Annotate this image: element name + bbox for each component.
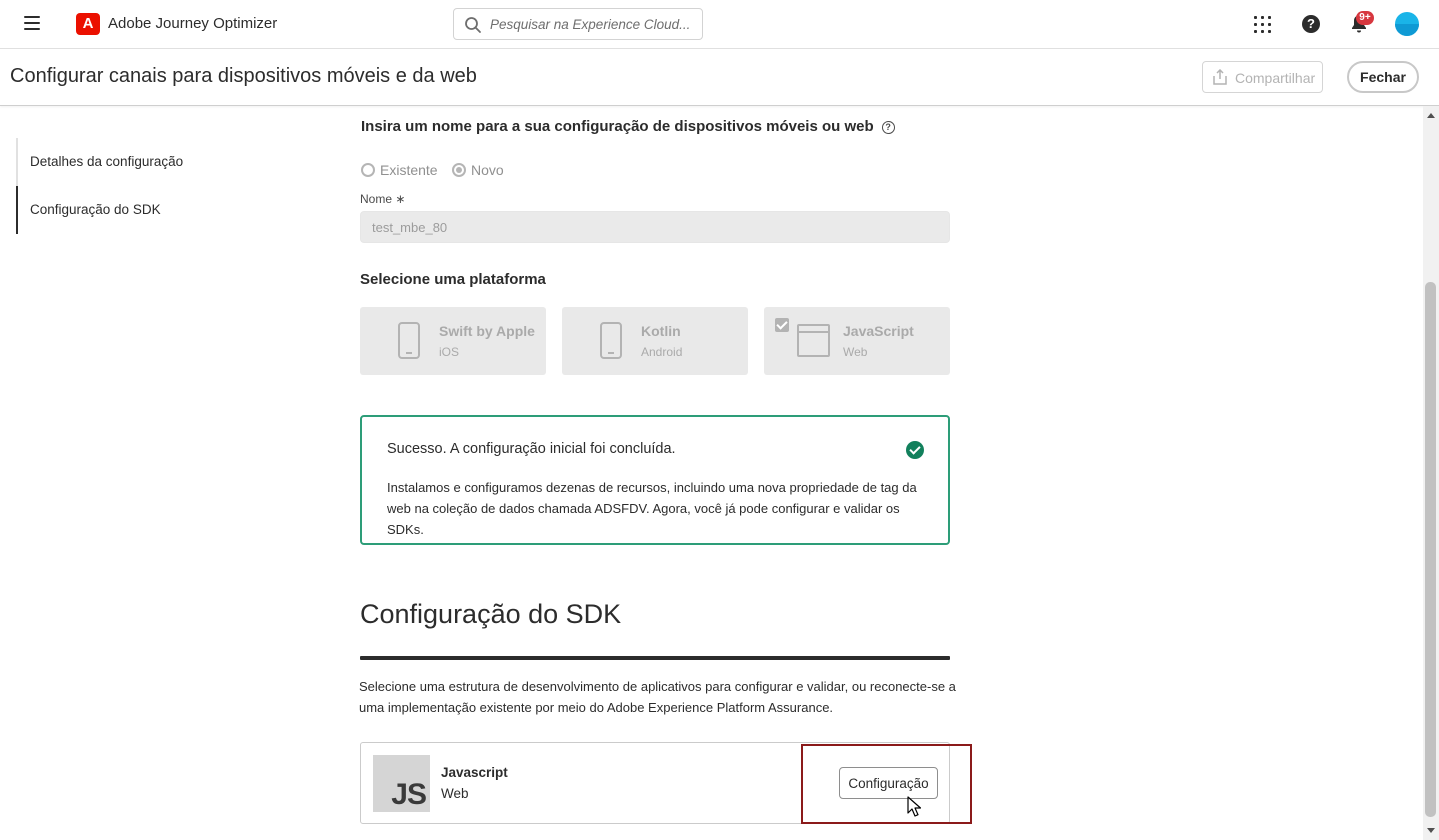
platform-title: Swift by Apple [439,323,535,339]
share-icon [1213,69,1227,85]
scroll-up-arrow-icon[interactable] [1427,113,1435,118]
mouse-cursor-icon [907,796,921,817]
radio-existing-label: Existente [380,162,438,178]
radio-new[interactable]: Novo [452,162,504,178]
share-button[interactable]: Compartilhar [1202,61,1323,93]
help-icon[interactable]: ? [1302,15,1320,33]
javascript-logo-icon: JS [373,755,430,812]
sdk-heading: Configuração do SDK [360,599,622,629]
search-input[interactable] [490,13,695,35]
platform-title: JavaScript [843,323,914,339]
js-logo-text: JS [391,778,427,811]
radio-existing[interactable]: Existente [361,162,438,178]
side-nav: Detalhes da configuração Configuração do… [16,138,246,234]
apps-grid-icon[interactable] [1254,16,1271,33]
phone-icon [600,322,622,359]
platform-heading: Selecione uma plataforma [360,271,546,288]
platform-card-android[interactable]: Kotlin Android [562,307,748,375]
platform-subtitle: Web [843,345,868,359]
menu-icon[interactable] [24,16,40,30]
sdk-card-subtitle: Web [441,786,469,801]
close-button[interactable]: Fechar [1347,61,1419,93]
success-body: Instalamos e configuramos dezenas de rec… [387,480,917,537]
scrollbar-thumb[interactable] [1425,282,1436,817]
share-label: Compartilhar [1235,70,1316,86]
sidenav-item-details[interactable]: Detalhes da configuração [16,138,246,186]
shell-bar: A Adobe Journey Optimizer ? 9+ [0,0,1439,49]
success-title: Sucesso. A configuração inicial foi conc… [387,441,676,457]
name-prompt-text: Insira um nome para a sua configuração d… [361,118,874,135]
section-divider [360,656,950,660]
adobe-logo-icon[interactable]: A [76,13,100,35]
checkmark-circle-icon [906,441,924,459]
sdk-card-title: Javascript [441,765,508,780]
sidenav-item-label: Detalhes da configuração [30,154,184,169]
browser-icon [797,324,830,357]
search-box[interactable] [453,8,703,40]
platform-title: Kotlin [641,323,681,339]
platform-card-web[interactable]: JavaScript Web [764,307,950,375]
platform-subtitle: Android [641,345,683,359]
name-field[interactable] [360,211,950,243]
app-title[interactable]: Adobe Journey Optimizer [108,15,277,32]
name-label-text: Nome [360,192,393,206]
help-circle-icon[interactable]: ? [881,121,895,134]
name-field-label: Nome ∗ [360,192,405,206]
name-prompt: Insira um nome para a sua configuração d… [361,118,895,135]
checkbox-checked-icon [775,318,789,332]
sidenav-item-label: Configuração do SDK [30,202,161,217]
success-message: Sucesso. A configuração inicial foi conc… [360,415,950,545]
page-title: Configurar canais para dispositivos móve… [10,65,477,87]
scroll-down-arrow-icon[interactable] [1427,828,1435,833]
notification-badge: 9+ [1356,11,1374,25]
sdk-description: Selecione uma estrutura de desenvolvimen… [359,679,956,715]
avatar[interactable] [1395,12,1419,36]
search-icon [465,17,481,33]
sidenav-item-sdk[interactable]: Configuração do SDK [16,186,246,234]
page-header: Configurar canais para dispositivos móve… [0,49,1439,106]
radio-new-label: Novo [471,162,504,178]
platform-card-ios[interactable]: Swift by Apple iOS [360,307,546,375]
phone-icon [398,322,420,359]
radio-circle-selected [452,163,466,177]
platform-subtitle: iOS [439,345,460,359]
highlight-box [801,744,972,824]
required-asterisk: ∗ [395,192,406,206]
radio-circle [361,163,375,177]
